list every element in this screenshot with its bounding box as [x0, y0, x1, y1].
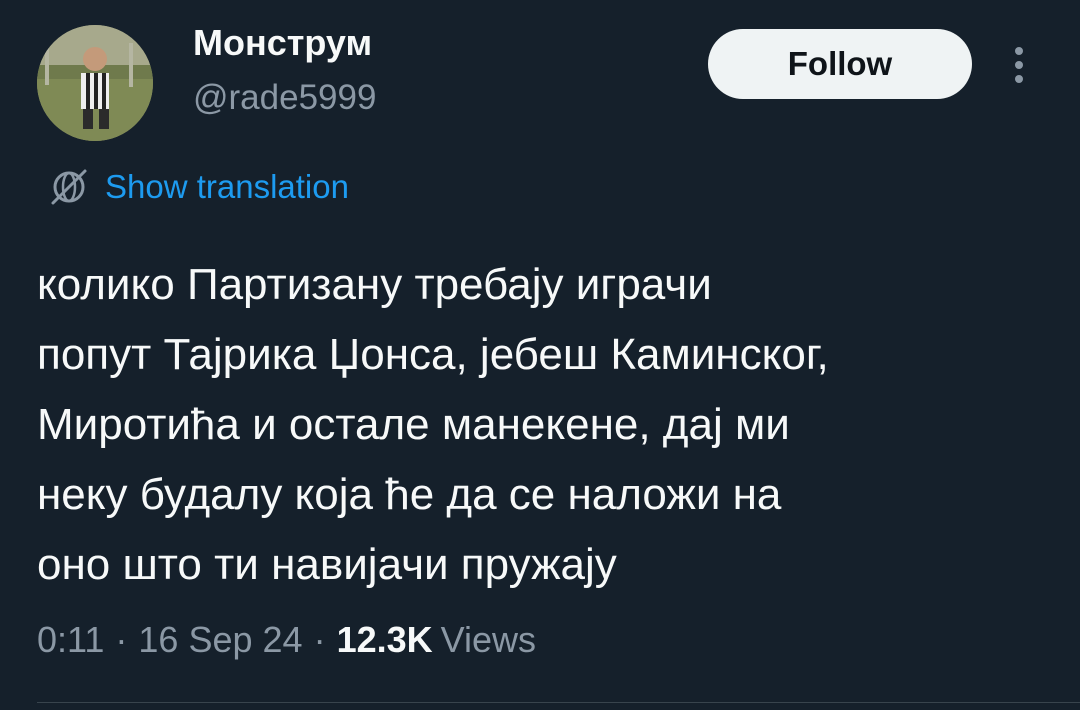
avatar-photo [37, 25, 153, 141]
display-name[interactable]: Монструм [193, 22, 372, 64]
tweet-date[interactable]: 16 Sep 24 [138, 619, 302, 661]
show-translation-label: Show translation [105, 168, 349, 205]
show-translation-link[interactable]: Show translation [47, 165, 349, 209]
follow-button[interactable]: Follow [708, 29, 972, 99]
more-vertical-icon [1015, 47, 1023, 83]
divider [37, 702, 1080, 703]
tweet-text-line: попут Тајрика Џонса, јебеш Каминског, [37, 330, 829, 379]
meta-separator: · [313, 619, 326, 660]
user-handle[interactable]: @rade5999 [193, 78, 376, 118]
tweet-text-line: колико Партизану требају играчи [37, 260, 712, 309]
globe-icon [51, 169, 87, 205]
tweet-text: колико Партизану требају играчи попут Та… [37, 250, 1047, 600]
meta-separator: · [115, 619, 128, 660]
views-label[interactable]: Views [441, 619, 536, 661]
tweet-meta: 0:11 · 16 Sep 24 · 12.3K Views [37, 619, 536, 661]
tweet-text-line: Миротића и остале манекене, дај ми [37, 400, 790, 449]
tweet-time[interactable]: 0:11 [37, 619, 104, 661]
views-count[interactable]: 12.3K [337, 619, 433, 661]
more-options-button[interactable] [1004, 40, 1034, 90]
tweet-text-line: оно што ти навијачи пружају [37, 540, 617, 589]
tweet-text-line: неку будалу која ће да се наложи на [37, 470, 782, 519]
avatar[interactable] [37, 25, 153, 141]
